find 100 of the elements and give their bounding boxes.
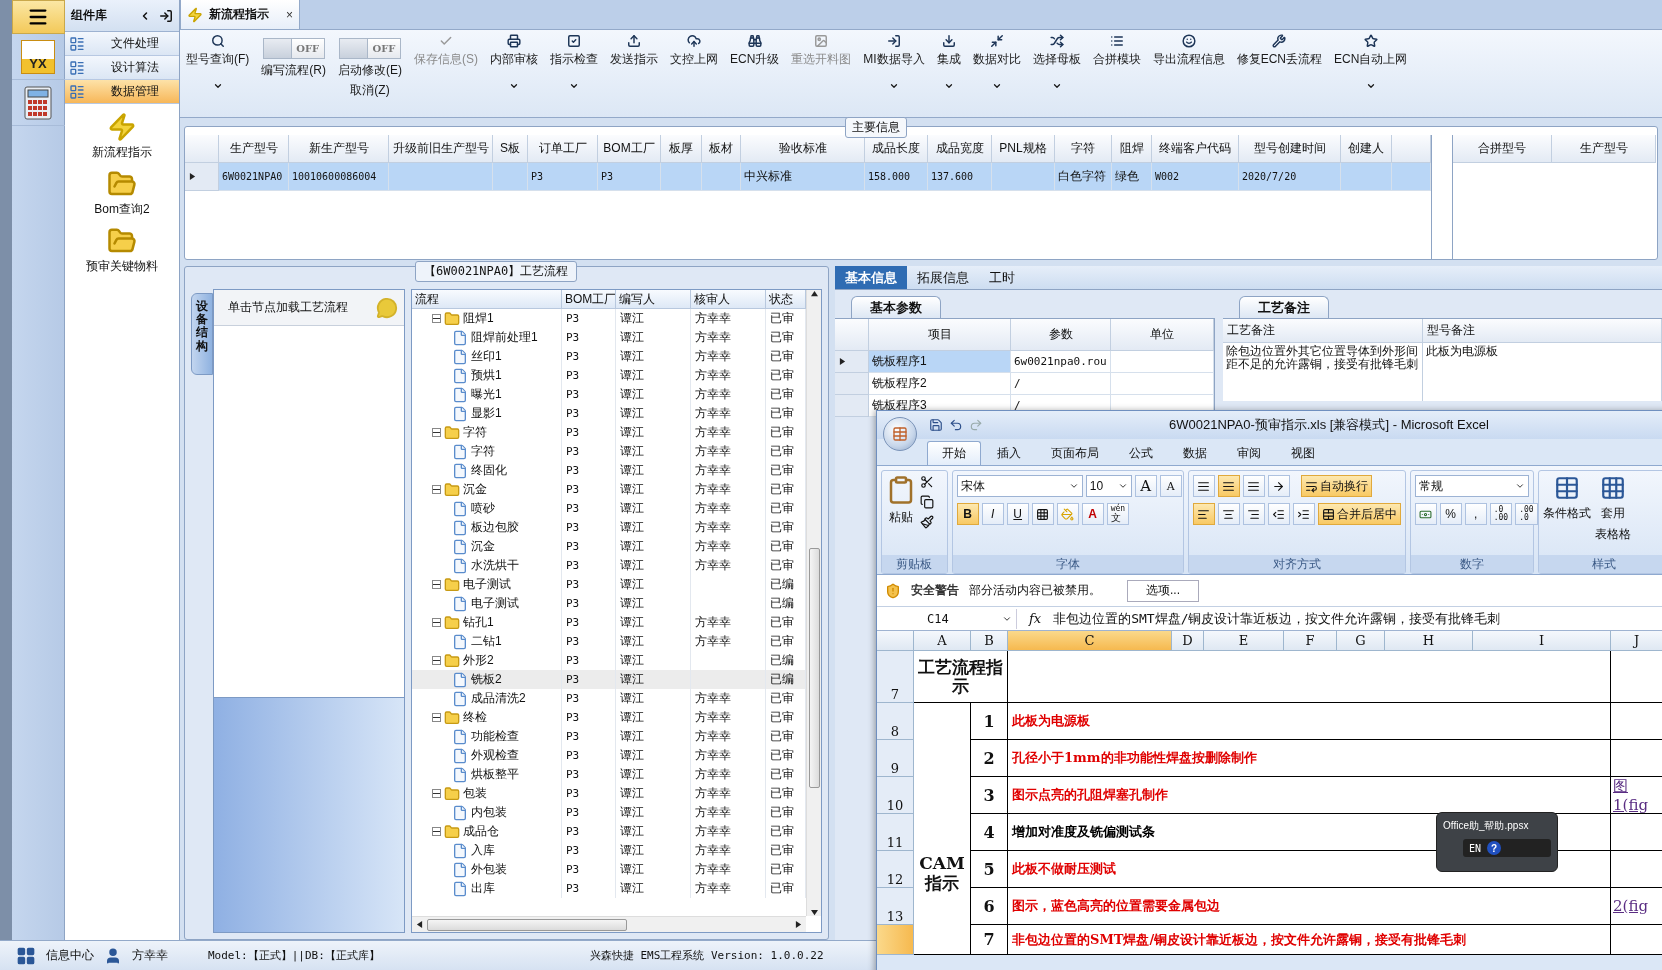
ribbon-tab[interactable]: 插入 bbox=[983, 441, 1035, 465]
document-tab[interactable]: 新流程指示 × bbox=[180, 0, 300, 29]
column-header[interactable]: I bbox=[1473, 631, 1611, 651]
tree-item[interactable]: 丝印1 bbox=[412, 347, 562, 366]
number-format-select[interactable]: 常规 bbox=[1414, 475, 1529, 497]
menu-item[interactable]: 文件处理 bbox=[65, 32, 179, 56]
tree-item[interactable]: 曝光1 bbox=[412, 385, 562, 404]
app-logo[interactable]: YX bbox=[21, 39, 55, 74]
align-middle-button[interactable] bbox=[1217, 475, 1240, 497]
ribbon-tab[interactable]: 审阅 bbox=[1223, 441, 1275, 465]
tree-item[interactable]: 阻焊前处理1 bbox=[412, 328, 562, 347]
collapse-icon[interactable] bbox=[432, 580, 441, 589]
scroll-right-icon[interactable] bbox=[795, 921, 802, 928]
toolbar-button[interactable]: 文控上网 bbox=[666, 34, 722, 117]
vertical-scrollbar[interactable] bbox=[806, 290, 821, 916]
column-header[interactable]: E bbox=[1204, 631, 1284, 651]
column-header[interactable]: 状态 bbox=[766, 290, 806, 309]
row-header[interactable]: 9 bbox=[877, 740, 914, 777]
column-header[interactable]: 终端客户代码 bbox=[1152, 135, 1239, 163]
column-header[interactable]: 阻焊 bbox=[1112, 135, 1152, 163]
tree-item[interactable]: 功能检查 bbox=[412, 727, 562, 746]
column-header[interactable]: 板材 bbox=[702, 135, 741, 163]
format-painter-icon[interactable] bbox=[920, 515, 934, 529]
column-header[interactable]: S板 bbox=[493, 135, 528, 163]
calculator-icon[interactable] bbox=[23, 85, 53, 120]
scroll-down-icon[interactable] bbox=[810, 909, 818, 916]
align-right-button[interactable] bbox=[1242, 503, 1265, 525]
tree-item[interactable]: 成品仓 bbox=[412, 822, 562, 841]
wrap-text-button[interactable]: 自动换行 bbox=[1300, 475, 1372, 497]
column-header[interactable]: 编写人 bbox=[616, 290, 691, 309]
shrink-font-button[interactable]: A bbox=[1159, 475, 1182, 497]
ribbon-tab[interactable]: 公式 bbox=[1115, 441, 1167, 465]
align-top-button[interactable] bbox=[1192, 475, 1215, 497]
tree-item[interactable]: 终固化 bbox=[412, 461, 562, 480]
horizontal-scrollbar[interactable] bbox=[412, 916, 806, 932]
copy-icon[interactable] bbox=[920, 495, 934, 509]
column-header[interactable]: 流程 bbox=[412, 290, 562, 309]
toggle-switch[interactable]: OFF bbox=[262, 38, 325, 59]
row-header[interactable]: 7 bbox=[877, 651, 914, 703]
collapse-icon[interactable] bbox=[432, 789, 441, 798]
orientation-button[interactable] bbox=[1267, 475, 1290, 497]
tree-item[interactable]: 阻焊1 bbox=[412, 309, 562, 328]
menu-item[interactable]: 数据管理 bbox=[65, 80, 179, 104]
tree-item[interactable]: 内包装 bbox=[412, 803, 562, 822]
column-header[interactable]: 合拼型号 bbox=[1453, 135, 1552, 163]
toolbar-button[interactable]: 导出流程信息 bbox=[1148, 34, 1229, 117]
collapse-icon[interactable] bbox=[432, 428, 441, 437]
tab[interactable]: 工时 bbox=[979, 266, 1025, 289]
tree-item[interactable]: 二钻1 bbox=[412, 632, 562, 651]
status-text[interactable]: 信息中心 bbox=[46, 947, 94, 964]
column-header[interactable]: G bbox=[1337, 631, 1385, 651]
tree-item[interactable]: 成品清洗2 bbox=[412, 689, 562, 708]
indent-button[interactable] bbox=[1292, 503, 1315, 525]
collapse-icon[interactable] bbox=[432, 656, 441, 665]
column-header[interactable]: A bbox=[914, 631, 971, 651]
fill-color-button[interactable] bbox=[1056, 503, 1079, 525]
language-indicator[interactable]: EN bbox=[1469, 842, 1482, 854]
toggle-switch[interactable]: OFF bbox=[339, 38, 401, 59]
column-header[interactable]: 项目 bbox=[869, 319, 1011, 351]
column-header[interactable]: BOM工厂 bbox=[562, 290, 616, 309]
toolbar-button[interactable]: ECN升级 bbox=[726, 34, 784, 117]
column-header[interactable]: PNL规格 bbox=[992, 135, 1055, 163]
office-button[interactable] bbox=[883, 417, 917, 451]
tab[interactable]: 基本参数 bbox=[851, 296, 941, 318]
table-format-button[interactable]: 套用 表格格 bbox=[1594, 475, 1631, 551]
collapse-icon[interactable] bbox=[432, 618, 441, 627]
column-header[interactable]: 生产型号 bbox=[219, 135, 289, 163]
column-header[interactable]: 生产型号 bbox=[1552, 135, 1656, 163]
column-header[interactable]: 型号创建时间 bbox=[1239, 135, 1341, 163]
component-label[interactable]: 新流程指示 bbox=[92, 144, 152, 161]
column-header[interactable]: 工艺备注 bbox=[1223, 319, 1423, 343]
ribbon-tab[interactable]: 页面布局 bbox=[1037, 441, 1113, 465]
pin-icon[interactable] bbox=[159, 8, 173, 23]
tree-item[interactable]: 电子测试 bbox=[412, 575, 562, 594]
undo-icon[interactable] bbox=[949, 418, 963, 432]
tree-item[interactable]: 沉金 bbox=[412, 537, 562, 556]
options-button[interactable]: 选项... bbox=[1127, 579, 1199, 602]
toolbar-button[interactable]: 数据对比 bbox=[968, 34, 1025, 117]
column-header[interactable]: F bbox=[1284, 631, 1337, 651]
function-button[interactable]: fx bbox=[1023, 611, 1048, 626]
tree-item[interactable]: 预烘1 bbox=[412, 366, 562, 385]
underline-button[interactable]: U bbox=[1006, 503, 1029, 525]
font-color-button[interactable]: A bbox=[1081, 503, 1104, 525]
column-header[interactable]: 成品宽度 bbox=[928, 135, 992, 163]
tree-item[interactable]: 外包装 bbox=[412, 860, 562, 879]
size-select[interactable]: 10 bbox=[1085, 475, 1132, 497]
toolbar-button[interactable]: 指示检查 bbox=[546, 34, 602, 117]
column-header[interactable]: BOM工厂 bbox=[598, 135, 661, 163]
collapse-icon[interactable] bbox=[432, 314, 441, 323]
save-icon[interactable] bbox=[929, 418, 943, 432]
italic-button[interactable]: I bbox=[981, 503, 1004, 525]
side-tab[interactable]: 设备结构 bbox=[191, 293, 213, 375]
help-button[interactable]: ? bbox=[1487, 841, 1502, 855]
tree-item[interactable]: 喷砂 bbox=[412, 499, 562, 518]
toolbar-button[interactable]: 修复ECN丢流程 bbox=[1232, 34, 1327, 117]
menu-item[interactable]: 设计算法 bbox=[65, 56, 179, 80]
tree-item[interactable]: 烘板整平 bbox=[412, 765, 562, 784]
collapse-icon[interactable] bbox=[432, 713, 441, 722]
cut-icon[interactable] bbox=[920, 475, 934, 489]
component-label[interactable]: Bom查询2 bbox=[94, 201, 150, 218]
